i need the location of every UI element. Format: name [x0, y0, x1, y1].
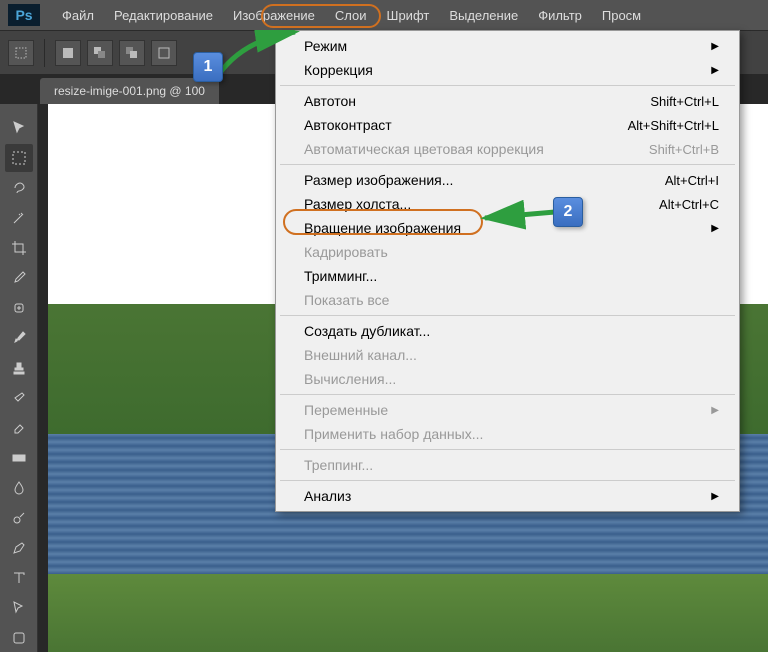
submenu-arrow-icon: ▶ — [691, 491, 719, 502]
marquee-style-3-icon[interactable] — [119, 40, 145, 66]
tools-panel — [0, 104, 38, 652]
tool-lasso[interactable] — [5, 174, 33, 202]
annotation-badge-1: 1 — [193, 52, 223, 82]
marquee-style-4-icon[interactable] — [151, 40, 177, 66]
menu-item-автоконтраст[interactable]: АвтоконтрастAlt+Shift+Ctrl+L — [276, 113, 739, 137]
menu-item-тримминг-[interactable]: Тримминг... — [276, 264, 739, 288]
tool-heal[interactable] — [5, 294, 33, 322]
menu-item-вращение-изображения[interactable]: Вращение изображения▶ — [276, 216, 739, 240]
tool-eraser[interactable] — [5, 414, 33, 442]
tool-brush[interactable] — [5, 324, 33, 352]
tool-move[interactable] — [5, 114, 33, 142]
menu-item-автоматическая-цветовая-коррекция: Автоматическая цветовая коррекцияShift+C… — [276, 137, 739, 161]
tool-blur[interactable] — [5, 474, 33, 502]
submenu-arrow-icon: ▶ — [691, 223, 719, 234]
menu-view[interactable]: Просм — [592, 2, 651, 29]
tool-pen[interactable] — [5, 534, 33, 562]
menu-item-вычисления-: Вычисления... — [276, 367, 739, 391]
tool-shape[interactable] — [5, 624, 33, 652]
app-logo: Ps — [8, 4, 40, 26]
menu-item-режим[interactable]: Режим▶ — [276, 34, 739, 58]
submenu-arrow-icon: ▶ — [691, 405, 719, 416]
menu-item-треппинг-: Треппинг... — [276, 453, 739, 477]
menu-item-переменные: Переменные▶ — [276, 398, 739, 422]
menu-item-внешний-канал-: Внешний канал... — [276, 343, 739, 367]
menu-item-показать-все: Показать все — [276, 288, 739, 312]
menu-filter[interactable]: Фильтр — [528, 2, 592, 29]
menu-image[interactable]: Изображение — [223, 2, 325, 29]
menu-item-применить-набор-данных-: Применить набор данных... — [276, 422, 739, 446]
tool-preset-icon[interactable] — [8, 40, 34, 66]
tool-history[interactable] — [5, 384, 33, 412]
submenu-arrow-icon: ▶ — [691, 65, 719, 76]
menu-edit[interactable]: Редактирование — [104, 2, 223, 29]
marquee-style-1-icon[interactable] — [55, 40, 81, 66]
tool-stamp[interactable] — [5, 354, 33, 382]
tool-wand[interactable] — [5, 204, 33, 232]
menu-select[interactable]: Выделение — [439, 2, 528, 29]
menu-item-размер-изображения-[interactable]: Размер изображения...Alt+Ctrl+I — [276, 168, 739, 192]
menu-item-создать-дубликат-[interactable]: Создать дубликат... — [276, 319, 739, 343]
document-tab[interactable]: resize-imige-001.png @ 100 — [40, 78, 219, 104]
tool-marquee[interactable] — [5, 144, 33, 172]
tool-crop[interactable] — [5, 234, 33, 262]
menu-layers[interactable]: Слои — [325, 2, 377, 29]
menu-item-кадрировать: Кадрировать — [276, 240, 739, 264]
tool-text[interactable] — [5, 564, 33, 592]
tool-dodge[interactable] — [5, 504, 33, 532]
menu-file[interactable]: Файл — [52, 2, 104, 29]
image-menu-dropdown: Режим▶Коррекция▶ АвтотонShift+Ctrl+LАвток… — [275, 30, 740, 512]
submenu-arrow-icon: ▶ — [691, 41, 719, 52]
tool-path[interactable] — [5, 594, 33, 622]
menu-type[interactable]: Шрифт — [377, 2, 440, 29]
menu-item-коррекция[interactable]: Коррекция▶ — [276, 58, 739, 82]
tool-gradient[interactable] — [5, 444, 33, 472]
menu-item-автотон[interactable]: АвтотонShift+Ctrl+L — [276, 89, 739, 113]
tool-eyedrop[interactable] — [5, 264, 33, 292]
menubar: Ps Файл Редактирование Изображение Слои … — [0, 0, 768, 30]
marquee-style-2-icon[interactable] — [87, 40, 113, 66]
menu-item-анализ[interactable]: Анализ▶ — [276, 484, 739, 508]
menu-item-размер-холста-[interactable]: Размер холста...Alt+Ctrl+C — [276, 192, 739, 216]
annotation-badge-2: 2 — [553, 197, 583, 227]
